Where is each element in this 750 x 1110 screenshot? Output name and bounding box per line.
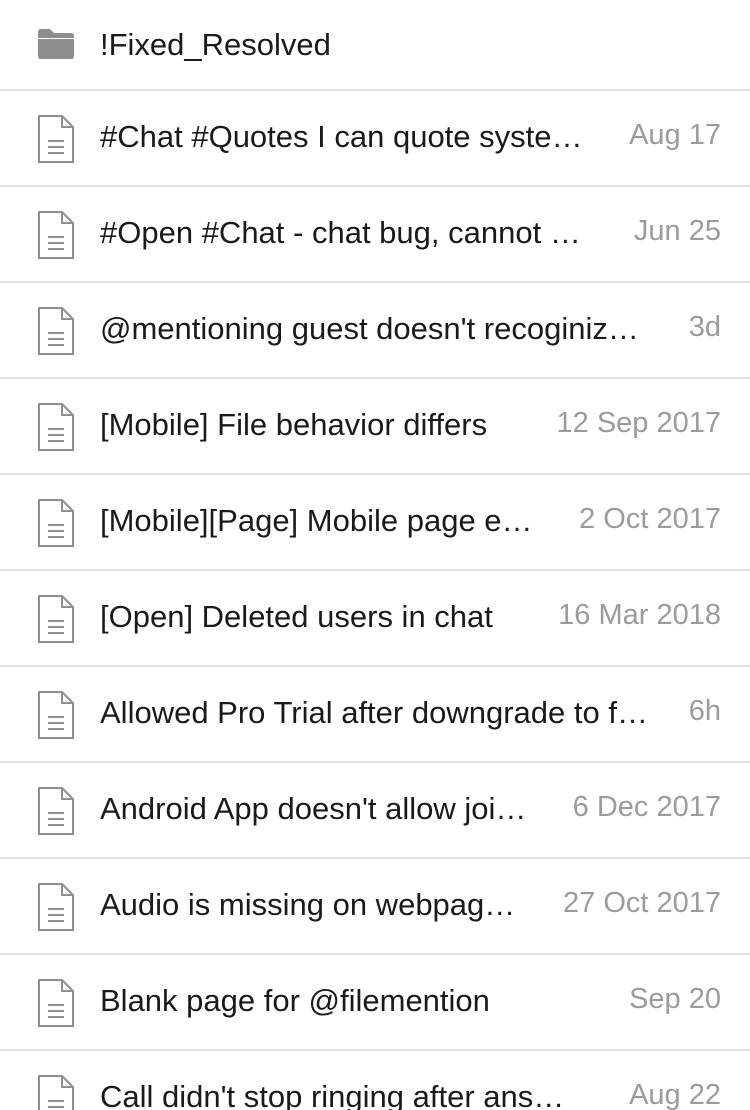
document-icon	[37, 210, 75, 260]
file-row[interactable]: Allowed Pro Trial after downgrade to fre…	[0, 667, 750, 763]
document-icon	[37, 594, 75, 644]
file-title: #Open #Chat - chat bug, cannot send mess…	[100, 215, 592, 250]
file-row[interactable]: Call didn't stop ringing after answering…	[0, 1051, 750, 1110]
file-title: Call didn't stop ringing after answering	[100, 1079, 580, 1110]
file-row[interactable]: [Mobile] File behavior differs 12 Sep 20…	[0, 379, 750, 475]
file-date: 27 Oct 2017	[563, 887, 721, 919]
document-icon	[37, 306, 75, 356]
file-date: Jun 25	[633, 215, 721, 247]
file-title: [Mobile][Page] Mobile page editing	[100, 503, 537, 538]
file-date: 6h	[688, 695, 721, 727]
file-date: Sep 20	[629, 983, 721, 1015]
file-title: Audio is missing on webpage player	[100, 887, 522, 922]
file-row[interactable]: [Open] Deleted users in chat 16 Mar 2018	[0, 571, 750, 667]
file-title: Allowed Pro Trial after downgrade to fre…	[100, 695, 658, 730]
file-title: @mentioning guest doesn't recoginize gue…	[100, 311, 650, 346]
document-icon	[37, 786, 75, 836]
folder-name: !Fixed_Resolved	[100, 27, 331, 62]
file-title: Android App doesn't allow joining	[100, 791, 535, 826]
file-date: Aug 22	[629, 1079, 721, 1110]
document-icon	[37, 978, 75, 1028]
file-list: !Fixed_Resolved #Chat #Quotes I can quot…	[0, 0, 750, 1110]
file-row[interactable]: #Chat #Quotes I can quote system message…	[0, 91, 750, 187]
file-row[interactable]: #Open #Chat - chat bug, cannot send mess…	[0, 187, 750, 283]
file-row[interactable]: @mentioning guest doesn't recoginize gue…	[0, 283, 750, 379]
file-title: [Open] Deleted users in chat	[100, 599, 493, 634]
document-icon	[37, 690, 75, 740]
document-icon	[37, 1074, 75, 1110]
file-date: 16 Mar 2018	[558, 599, 721, 631]
file-date: Aug 17	[629, 119, 721, 151]
file-row[interactable]: [Mobile][Page] Mobile page editing 2 Oct…	[0, 475, 750, 571]
document-icon	[37, 498, 75, 548]
file-date: 3d	[688, 311, 721, 343]
document-icon	[37, 882, 75, 932]
file-title: #Chat #Quotes I can quote system message	[100, 119, 590, 154]
file-date: 2 Oct 2017	[579, 503, 721, 535]
file-row[interactable]: Blank page for @filemention Sep 20	[0, 955, 750, 1051]
file-row[interactable]: Android App doesn't allow joining 6 Dec …	[0, 763, 750, 859]
file-row[interactable]: Audio is missing on webpage player 27 Oc…	[0, 859, 750, 955]
file-date: 12 Sep 2017	[556, 407, 721, 439]
file-title: Blank page for @filemention	[100, 983, 490, 1018]
document-icon	[37, 114, 75, 164]
folder-row[interactable]: !Fixed_Resolved	[0, 0, 750, 91]
file-date: 6 Dec 2017	[572, 791, 721, 823]
file-title: [Mobile] File behavior differs	[100, 407, 488, 442]
folder-icon	[36, 26, 76, 60]
document-icon	[37, 402, 75, 452]
